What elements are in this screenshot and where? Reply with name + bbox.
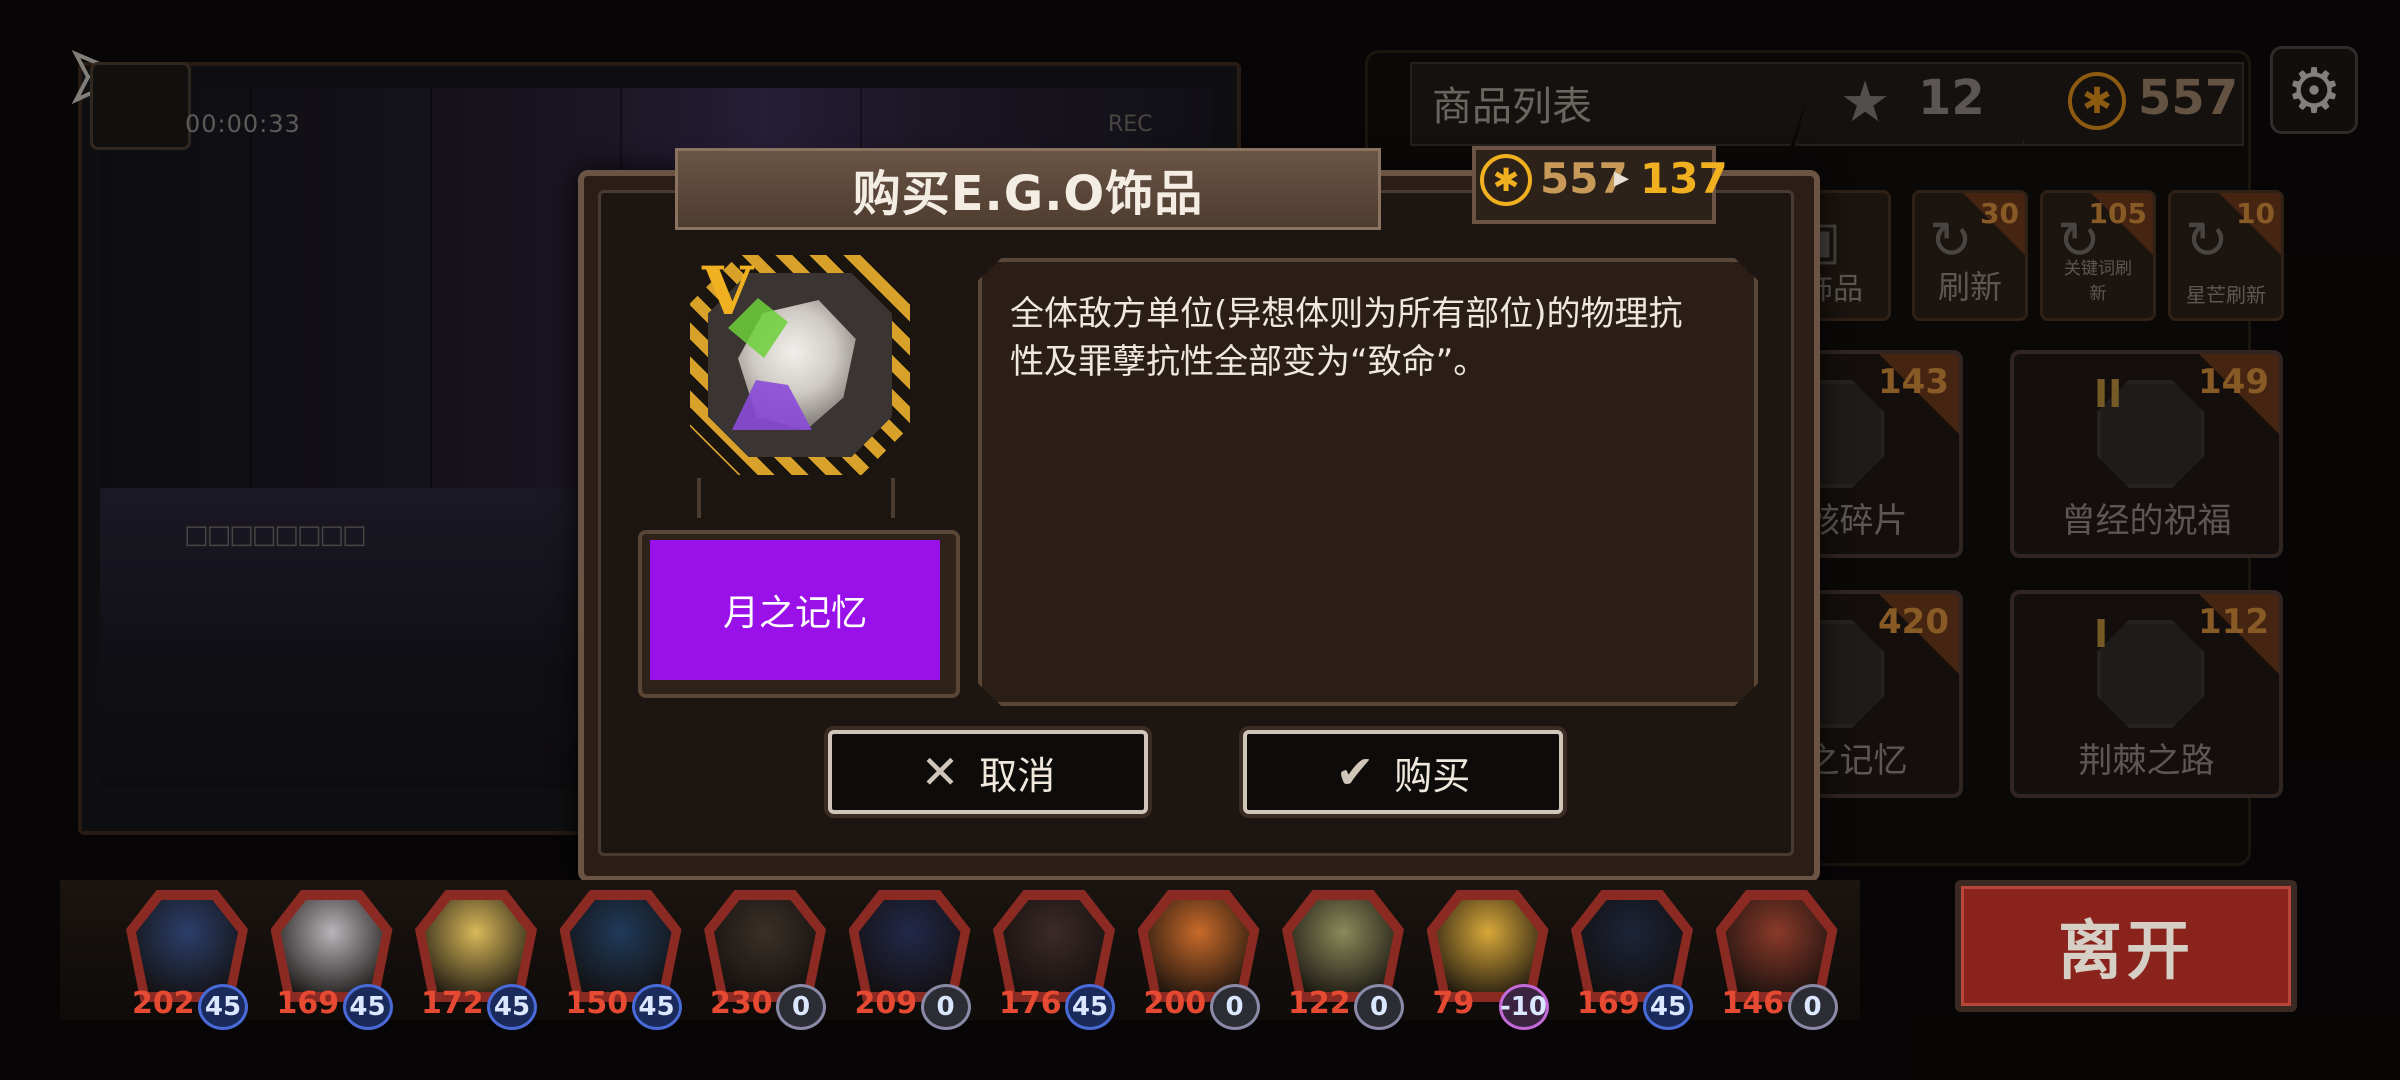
party-member-slot[interactable]: 150 45 [556,890,686,1030]
sanity-value: -10 [1498,984,1549,1030]
party-member-slot[interactable]: 146 0 [1712,890,1842,1030]
item-description: 全体敌方单位(异想体则为所有部位)的物理抗性及罪孽抗性全部变为“致命”。 [1010,294,1683,382]
hp-value: 150 [565,986,629,1021]
party-member-slot[interactable]: 172 45 [411,890,541,1030]
item-name-label: 月之记忆 [722,593,867,634]
checkmark-icon: ✔ [1335,745,1375,799]
avatar [1003,900,1105,992]
avatar [1436,900,1539,992]
dialog-title-plate: 购买E.G.O饰品 [675,148,1381,230]
sanity-value: 45 [1065,984,1115,1030]
avatar [1147,900,1250,992]
chain-right [891,478,895,518]
hp-value: 202 [132,986,195,1021]
leave-button[interactable]: 离开 [1955,880,2297,1012]
avatar [569,900,672,992]
avatar [425,900,527,992]
avatar [858,900,961,992]
sanity-value: 0 [776,984,826,1030]
hp-value: 169 [276,986,340,1021]
party-member-slot[interactable]: 230 0 [700,890,830,1030]
hp-value: 176 [999,986,1062,1021]
hp-value: 209 [854,986,918,1021]
avatar [1725,900,1828,992]
sanity-value: 45 [1643,984,1693,1030]
tier-label: V [702,252,754,330]
sanity-value: 45 [631,984,682,1030]
cancel-label: 取消 [979,753,1056,798]
item-name-button[interactable]: 月之记忆 [650,540,940,680]
sanity-value: 0 [1787,984,1838,1030]
hp-value: 122 [1288,986,1351,1021]
chain-left [697,478,701,518]
avatar [1581,900,1683,992]
leave-label: 离开 [2058,915,2194,989]
party-member-slot[interactable]: 79 -10 [1423,890,1553,1030]
party-member-slot[interactable]: 176 45 [989,890,1119,1030]
avatar [714,900,816,992]
hp-value: 200 [1143,986,1207,1021]
sanity-value: 0 [920,984,971,1030]
close-icon: ✕ [920,745,960,799]
party-member-slot[interactable]: 202 45 [122,890,252,1030]
hp-value: 79 [1432,986,1475,1021]
avatar [1292,900,1394,992]
sanity-value: 45 [342,984,393,1030]
hp-value: 169 [1577,986,1640,1021]
party-member-slot[interactable]: 169 45 [1567,890,1697,1030]
party-member-slot[interactable]: 169 45 [267,890,397,1030]
buy-label: 购买 [1394,753,1471,798]
party-member-slot[interactable]: 122 0 [1278,890,1408,1030]
dialog-title: 购买E.G.O饰品 [852,166,1204,222]
sanity-value: 45 [487,984,537,1030]
hp-value: 230 [710,986,773,1021]
price-after-purchase: 137 [1640,154,1728,203]
buy-button[interactable]: ✔ 购买 [1243,730,1563,814]
hp-value: 146 [1721,986,1785,1021]
party-member-slot[interactable]: 200 0 [1134,890,1264,1030]
sanity-value: 45 [198,984,248,1030]
sanity-value: 0 [1209,984,1260,1030]
party-member-slot[interactable]: 209 0 [845,890,975,1030]
sanity-value: 0 [1354,984,1404,1030]
coin-icon: ✱ [1480,154,1532,206]
avatar [280,900,383,992]
avatar [136,900,238,992]
arrow-right-icon: ▸ [1614,160,1630,195]
cancel-button[interactable]: ✕ 取消 [828,730,1148,814]
hp-value: 172 [421,986,484,1021]
